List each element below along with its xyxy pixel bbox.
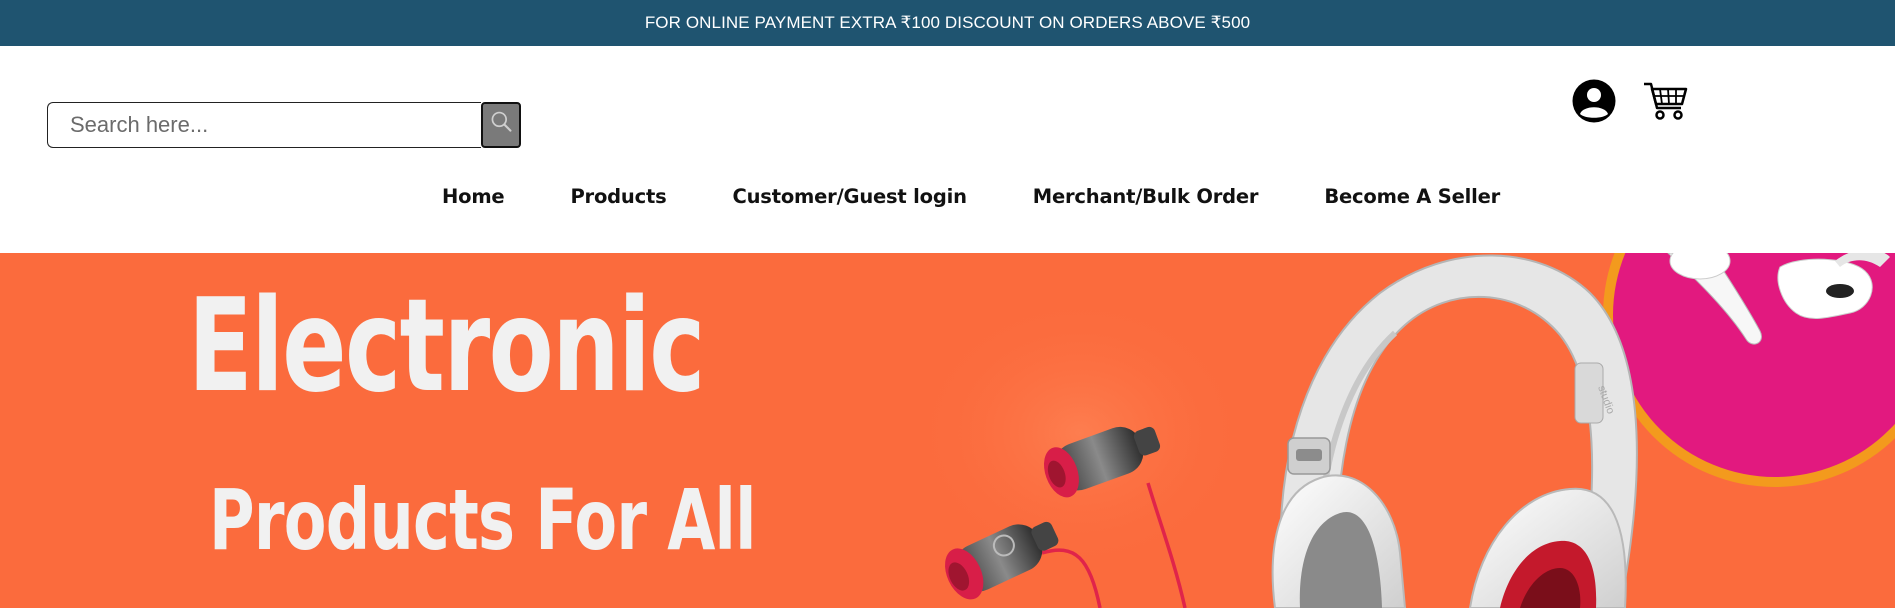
page: FOR ONLINE PAYMENT EXTRA ₹100 DISCOUNT O… <box>0 0 1895 608</box>
main-nav: Home Products Customer/Guest login Merch… <box>442 185 1500 208</box>
nav-item-home[interactable]: Home <box>442 185 505 208</box>
banner-title: Electronic <box>188 272 705 421</box>
hero-banner[interactable]: studio Electronic Products For All <box>0 253 1895 608</box>
announcement-bar: FOR ONLINE PAYMENT EXTRA ₹100 DISCOUNT O… <box>0 0 1895 46</box>
cart-button[interactable] <box>1642 80 1688 127</box>
shopping-cart-icon <box>1644 82 1688 120</box>
nav-item-merchant-bulk-order[interactable]: Merchant/Bulk Order <box>1033 185 1259 208</box>
header-icons <box>1572 79 1688 128</box>
account-button[interactable] <box>1572 79 1616 128</box>
search-button[interactable] <box>481 102 521 148</box>
search-form <box>47 102 521 148</box>
nav-item-products[interactable]: Products <box>570 185 666 208</box>
nav-item-become-a-seller[interactable]: Become A Seller <box>1324 185 1500 208</box>
search-icon <box>491 111 512 132</box>
headphones-image: studio <box>1271 254 1638 608</box>
site-header: Home Products Customer/Guest login Merch… <box>0 46 1895 253</box>
search-input[interactable] <box>47 102 481 148</box>
banner-subtitle: Products For All <box>209 471 756 569</box>
user-account-icon <box>1572 79 1616 123</box>
announcement-text: FOR ONLINE PAYMENT EXTRA ₹100 DISCOUNT O… <box>644 13 1251 32</box>
nav-item-customer-guest-login[interactable]: Customer/Guest login <box>733 185 967 208</box>
airpods-image <box>1603 253 1895 487</box>
